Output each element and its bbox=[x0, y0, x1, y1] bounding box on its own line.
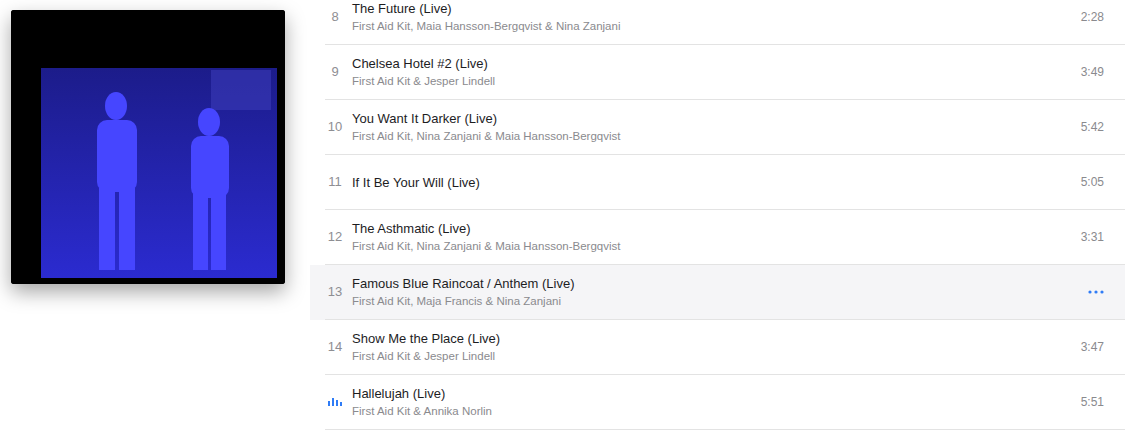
track-duration: 3:49 bbox=[1081, 63, 1104, 81]
track-row[interactable]: 10 You Want It Darker (Live) First Aid Kit… bbox=[310, 100, 1125, 155]
track-number: 9 bbox=[325, 62, 345, 82]
track-title: The Future (Live) bbox=[352, 0, 1044, 17]
track-artists[interactable]: First Aid Kit, Nina Zanjani & Maia Hanss… bbox=[352, 129, 1044, 144]
track-row[interactable]: 8 The Future (Live) First Aid Kit, Maia Ha… bbox=[310, 0, 1125, 45]
album-page: 8 The Future (Live) First Aid Kit, Maia Ha… bbox=[0, 0, 1133, 437]
more-options-icon[interactable] bbox=[1088, 290, 1104, 294]
track-number: 11 bbox=[325, 172, 345, 192]
track-row[interactable]: 12 The Asthmatic (Live) First Aid Kit, Nin… bbox=[310, 210, 1125, 265]
track-duration: 5:05 bbox=[1081, 173, 1104, 191]
track-row[interactable]: 9 Chelsea Hotel #2 (Live) First Aid Kit & … bbox=[310, 45, 1125, 100]
track-artists[interactable]: First Aid Kit & Jesper Lindell bbox=[352, 349, 1044, 364]
track-number: 10 bbox=[325, 117, 345, 137]
track-number: 8 bbox=[325, 7, 345, 27]
track-row[interactable]: 13 Famous Blue Raincoat / Anthem (Live) Fi… bbox=[310, 265, 1125, 320]
track-row[interactable]: 11 If It Be Your Will (Live) 5:05 bbox=[310, 155, 1125, 210]
track-number bbox=[325, 398, 345, 406]
track-duration: 5:51 bbox=[1081, 393, 1104, 411]
track-duration: 5:42 bbox=[1081, 118, 1104, 136]
album-artwork[interactable] bbox=[11, 10, 285, 284]
track-title: You Want It Darker (Live) bbox=[352, 110, 1044, 127]
track-title: If It Be Your Will (Live) bbox=[352, 174, 1044, 191]
track-number: 12 bbox=[325, 227, 345, 247]
track-artists[interactable]: First Aid Kit & Annika Norlin bbox=[352, 404, 1044, 419]
track-artists[interactable]: First Aid Kit & Jesper Lindell bbox=[352, 74, 1044, 89]
track-artists[interactable]: First Aid Kit, Nina Zanjani & Maia Hanss… bbox=[352, 239, 1044, 254]
track-artists[interactable]: First Aid Kit, Maja Francis & Nina Zanja… bbox=[352, 294, 1044, 309]
track-artists[interactable]: First Aid Kit, Maia Hansson-Bergqvist & … bbox=[352, 19, 1044, 34]
track-list: 8 The Future (Live) First Aid Kit, Maia Ha… bbox=[310, 0, 1125, 437]
track-duration: 3:47 bbox=[1081, 338, 1104, 356]
track-number: 14 bbox=[325, 337, 345, 357]
track-title: Hallelujah (Live) bbox=[352, 385, 1044, 402]
track-row[interactable]: Hallelujah (Live) First Aid Kit & Annika … bbox=[310, 375, 1125, 430]
track-title: Chelsea Hotel #2 (Live) bbox=[352, 55, 1044, 72]
track-duration: 2:28 bbox=[1081, 8, 1104, 26]
track-title: The Asthmatic (Live) bbox=[352, 220, 1044, 237]
track-number: 13 bbox=[325, 282, 345, 302]
track-duration: 3:31 bbox=[1081, 228, 1104, 246]
now-playing-icon bbox=[328, 398, 342, 406]
track-row[interactable]: 14 Show Me the Place (Live) First Aid Kit … bbox=[310, 320, 1125, 375]
album-cover-icon bbox=[11, 10, 285, 284]
track-title: Show Me the Place (Live) bbox=[352, 330, 1044, 347]
track-title: Famous Blue Raincoat / Anthem (Live) bbox=[352, 275, 1044, 292]
